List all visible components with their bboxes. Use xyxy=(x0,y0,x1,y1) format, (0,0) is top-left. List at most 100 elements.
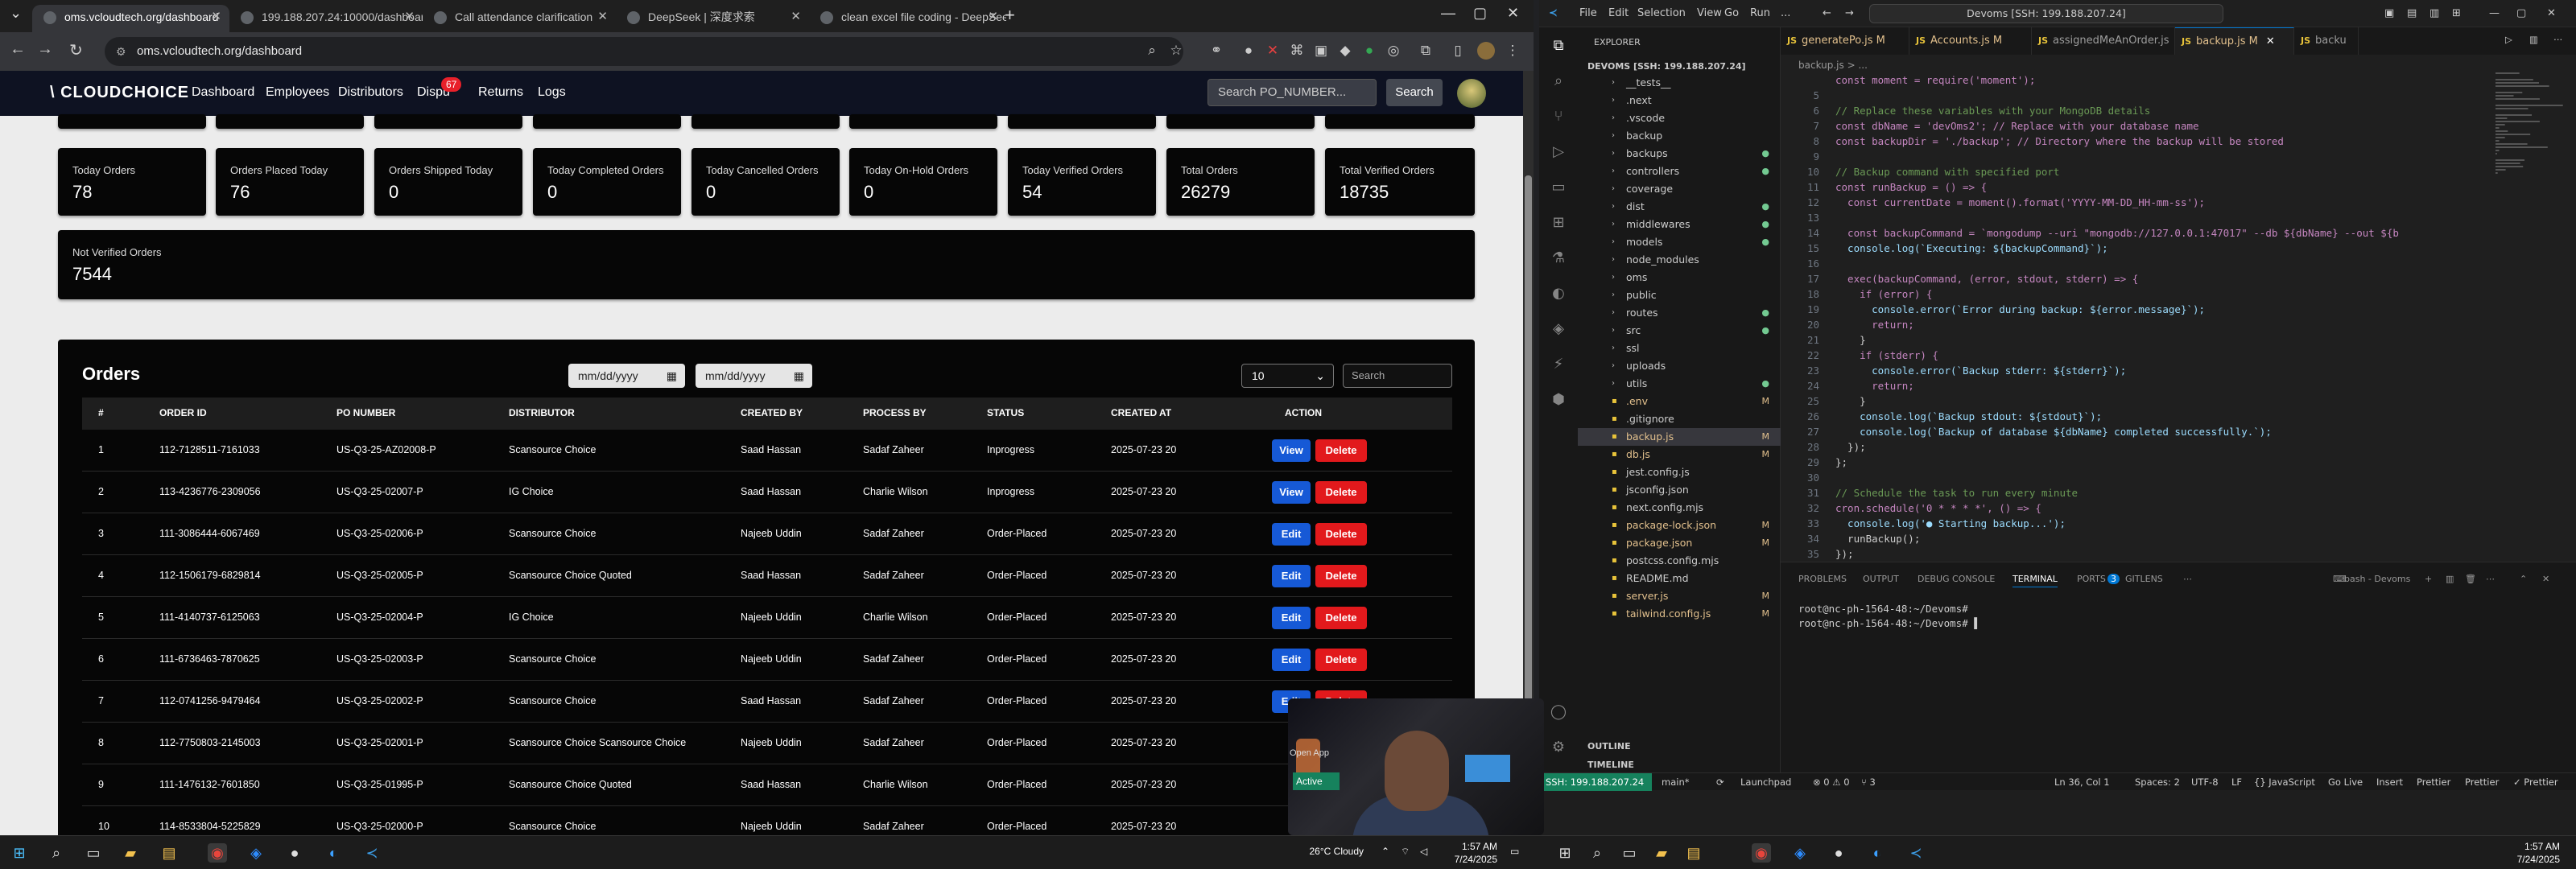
menu-item[interactable]: Go xyxy=(1724,7,1739,19)
maximize-icon[interactable]: ▢ xyxy=(2516,7,2526,19)
folder-item[interactable]: › utils ● xyxy=(1578,375,1781,393)
date-to-input[interactable]: mm/dd/yyyy ▦ xyxy=(696,364,812,388)
tab-search-icon[interactable]: ⌄ xyxy=(10,5,22,22)
user-avatar[interactable] xyxy=(1457,79,1486,108)
nav-returns[interactable]: Returns xyxy=(478,85,523,100)
table-row[interactable]: 4 112-1506179-6829814 US-Q3-25-02005-P Scan… xyxy=(82,555,1452,597)
encoding[interactable]: UTF-8 xyxy=(2191,776,2219,788)
layout-icon[interactable]: ▣ xyxy=(2384,7,2394,19)
nav-forward-icon[interactable]: → xyxy=(1845,7,1854,19)
extension-icon[interactable]: ⚡ xyxy=(1549,356,1568,375)
terminal-name[interactable]: bash - Devoms xyxy=(2344,574,2410,584)
source-control-icon[interactable]: ⑂ xyxy=(1549,108,1568,127)
file-item[interactable]: ▪ postcss.config.mjs xyxy=(1578,552,1781,570)
sync-icon[interactable]: ⟳ xyxy=(1716,776,1724,788)
browser-tab[interactable]: oms.vcloudtech.org/dashboard ✕ xyxy=(32,5,229,32)
menu-item[interactable]: Edit xyxy=(1608,7,1629,19)
prettier-status[interactable]: Prettier xyxy=(2417,776,2450,788)
panel-tab[interactable]: PROBLEMS xyxy=(1798,574,1847,584)
editor-tab[interactable]: JS backup.js M ✕ xyxy=(2175,27,2294,55)
delete-button[interactable]: Delete xyxy=(1315,439,1367,462)
menu-item[interactable]: Run xyxy=(1750,7,1770,19)
back-icon[interactable]: ← xyxy=(10,40,26,59)
file-explorer-icon[interactable]: ▰ xyxy=(121,843,140,863)
table-row[interactable]: 6 111-6736463-7870625 US-Q3-25-02003-P Scan… xyxy=(82,639,1452,681)
volume-icon[interactable]: ◁ xyxy=(1420,846,1427,857)
notification-icon[interactable]: ▭ xyxy=(1510,846,1519,857)
launchpad[interactable]: Launchpad xyxy=(1740,776,1791,788)
table-row[interactable]: 8 112-7750803-2145003 US-Q3-25-02001-P Scan… xyxy=(82,723,1452,764)
webcam-overlay[interactable]: Open App Active xyxy=(1288,698,1544,835)
tab-close-icon[interactable]: ✕ xyxy=(211,5,221,29)
table-row[interactable]: 2 113-4236776-2309056 US-Q3-25-02007-P IG C… xyxy=(82,472,1452,513)
tab-close-icon[interactable]: ✕ xyxy=(404,5,415,29)
file-item[interactable]: ▪ package-lock.json M xyxy=(1578,517,1781,534)
breadcrumb[interactable]: backup.js > ... xyxy=(1798,60,1868,71)
file-item[interactable]: ▪ jsconfig.json xyxy=(1578,481,1781,499)
nav-disputes[interactable]: Dispu 67 xyxy=(417,77,462,100)
po-search-button[interactable]: Search xyxy=(1386,79,1443,106)
view-button[interactable]: View xyxy=(1272,481,1311,504)
file-item[interactable]: ▪ package.json M xyxy=(1578,534,1781,552)
delete-button[interactable]: Delete xyxy=(1315,649,1367,671)
extensions-icon[interactable]: ⊞ xyxy=(1549,214,1568,233)
clock-date[interactable]: 7/24/2025 xyxy=(2512,854,2560,865)
file-item[interactable]: ▪ .env M xyxy=(1578,393,1781,410)
editor-tab[interactable]: JS backu xyxy=(2294,27,2359,55)
maximize-icon[interactable]: ▢ xyxy=(1473,5,1487,22)
edit-button[interactable]: Edit xyxy=(1272,607,1311,629)
address-bar[interactable]: ⚙ oms.vcloudtech.org/dashboard xyxy=(105,37,1183,66)
panel-tab[interactable]: TERMINAL xyxy=(2013,574,2058,587)
folder-item[interactable]: › coverage xyxy=(1578,180,1781,198)
maximize-panel-icon[interactable]: ⌃ xyxy=(2520,574,2527,584)
terminal-line[interactable]: root@nc-ph-1564-48:~/Devoms# ▌ xyxy=(1798,617,1980,629)
timeline-section[interactable]: TIMELINE xyxy=(1587,760,1634,770)
menu-item[interactable]: Selection xyxy=(1637,7,1686,19)
app-logo[interactable]: \ CLOUDCHOICE xyxy=(50,84,189,102)
network-icon[interactable]: ⌔ xyxy=(1401,846,1410,858)
file-item[interactable]: ▪ README.md xyxy=(1578,570,1781,587)
menu-item[interactable]: File xyxy=(1579,7,1597,19)
new-terminal-icon[interactable]: + xyxy=(2425,574,2432,584)
extension-icon[interactable]: ● xyxy=(1240,42,1257,60)
editor-tab[interactable]: JS Accounts.js M xyxy=(1909,27,2032,55)
extension-icon[interactable]: ▣ xyxy=(1312,42,1330,60)
close-icon[interactable]: ✕ xyxy=(1507,5,1519,22)
delete-button[interactable]: Delete xyxy=(1315,481,1367,504)
file-item[interactable]: ▪ server.js M xyxy=(1578,587,1781,605)
bookmark-star-icon[interactable]: ☆ xyxy=(1167,42,1185,60)
clock-date[interactable]: 7/24/2025 xyxy=(1449,854,1497,865)
chrome-icon[interactable]: ◉ xyxy=(208,843,227,863)
search-icon[interactable]: ⌕ xyxy=(1587,843,1607,863)
clock-time[interactable]: 1:57 AM xyxy=(1449,841,1497,852)
settings-gear-icon[interactable]: ⚙ xyxy=(1549,739,1568,758)
folder-item[interactable]: › public xyxy=(1578,286,1781,304)
explorer-icon[interactable]: ⧉ xyxy=(1549,37,1568,56)
nav-distributors[interactable]: Distributors xyxy=(338,85,403,100)
go-live[interactable]: Go Live xyxy=(2328,776,2363,788)
edit-button[interactable]: Edit xyxy=(1272,565,1311,587)
more-actions-icon[interactable]: ⋯ xyxy=(2553,34,2563,45)
code-editor[interactable]: JS generatePo.js M JS Accounts.js M JS assign… xyxy=(1781,27,2576,562)
docker-icon[interactable]: ◈ xyxy=(1549,320,1568,340)
minimize-icon[interactable]: — xyxy=(2489,7,2500,19)
browser-tab[interactable]: Call attendance clarification ✕ xyxy=(423,5,616,32)
app-icon[interactable]: ● xyxy=(1829,843,1848,863)
git-branch[interactable]: main* xyxy=(1662,776,1689,788)
file-item[interactable]: ▪ backup.js M xyxy=(1578,428,1781,446)
browser-tab[interactable]: DeepSeek | 深度求索 ✕ xyxy=(616,5,809,32)
extension-icon[interactable]: ● xyxy=(1360,42,1378,60)
app-icon[interactable]: ◐ xyxy=(324,843,343,863)
insert-mode[interactable]: Insert xyxy=(2376,776,2403,788)
extension-icon[interactable]: ✕ xyxy=(1264,42,1282,60)
windows-start-icon[interactable]: ⊞ xyxy=(10,843,29,863)
task-view-icon[interactable]: ▭ xyxy=(1620,843,1639,863)
run-icon[interactable]: ▷ xyxy=(2505,34,2512,45)
site-info-icon[interactable]: ⚙ xyxy=(116,37,126,66)
store-icon[interactable]: ▤ xyxy=(159,843,179,863)
layout-icon[interactable]: ▤ xyxy=(2407,7,2417,19)
search-icon[interactable]: ⌕ xyxy=(1143,42,1161,60)
nav-back-icon[interactable]: ← xyxy=(1823,7,1831,19)
reload-icon[interactable]: ↻ xyxy=(69,40,83,60)
folder-item[interactable]: › models ● xyxy=(1578,233,1781,251)
